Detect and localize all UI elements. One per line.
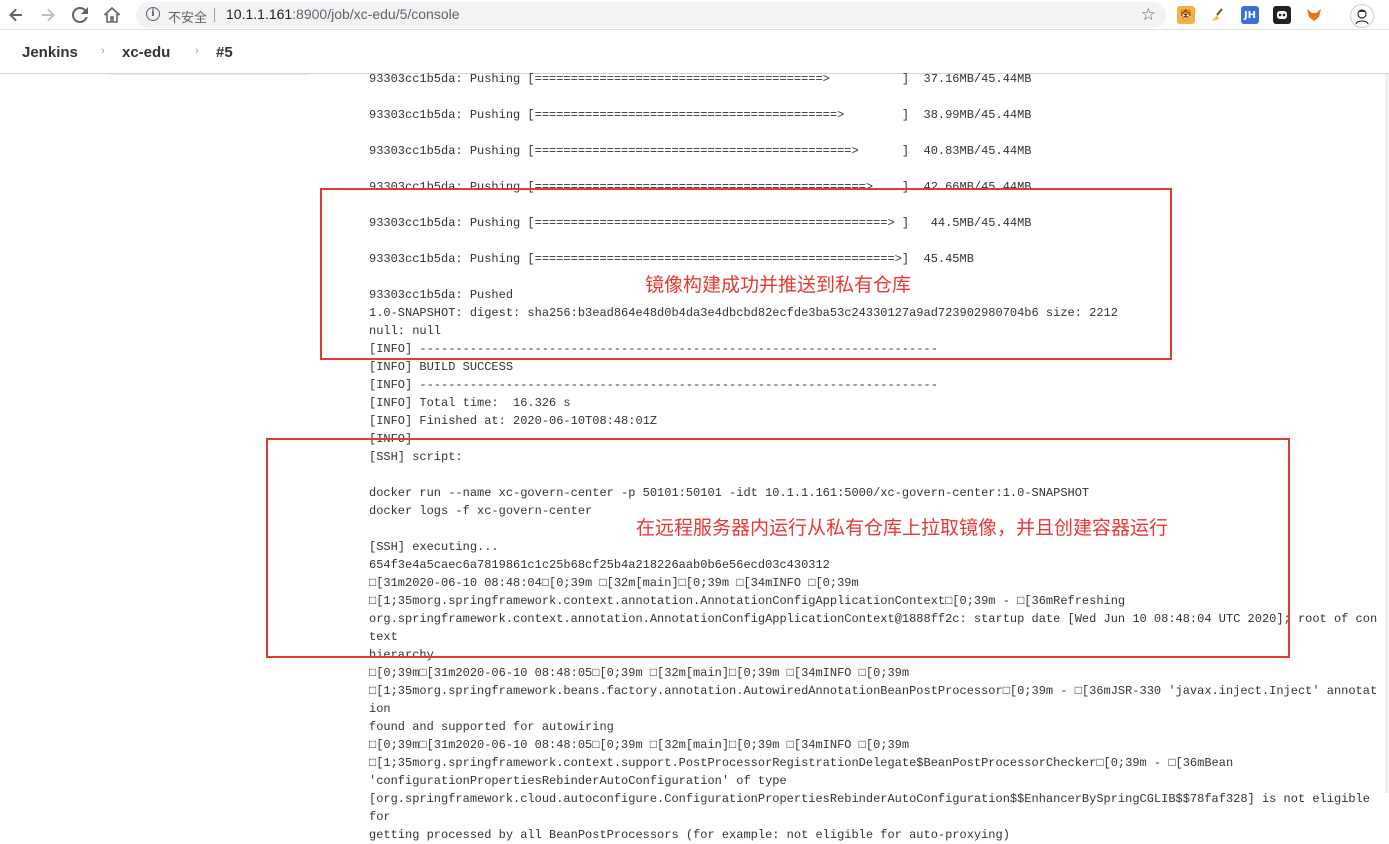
- url-path: :8900/job/xc-edu/5/console: [292, 6, 460, 22]
- info-icon[interactable]: i: [146, 7, 160, 21]
- jh-extension-icon[interactable]: JH: [1241, 6, 1259, 24]
- console-line: [INFO] ---------------------------------…: [369, 378, 938, 392]
- fox-extension-icon[interactable]: [1305, 6, 1323, 24]
- bookmark-star-icon[interactable]: ☆: [1141, 5, 1156, 25]
- console-line: [INFO] Total time: 16.326 s: [369, 396, 571, 410]
- security-label[interactable]: 不安全: [168, 7, 207, 26]
- breadcrumb-separator-icon[interactable]: ›: [101, 45, 105, 57]
- browser-toolbar: i 不安全 10.1.1.161:8900/job/xc-edu/5/conso…: [0, 0, 1389, 30]
- omnibox-divider: [214, 8, 215, 22]
- forward-arrow-icon[interactable]: [37, 4, 59, 26]
- console-line: 'configurationPropertiesRebinderAutoConf…: [369, 774, 787, 788]
- console-line: 93303cc1b5da: Pushing [=================…: [369, 108, 1032, 122]
- profile-avatar-icon[interactable]: [1350, 4, 1374, 28]
- reload-icon[interactable]: [69, 4, 91, 26]
- breadcrumb: Jenkins › xc-edu › #5: [0, 30, 1389, 74]
- url-text[interactable]: 10.1.1.161:8900/job/xc-edu/5/console: [226, 6, 460, 22]
- breadcrumb-jenkins[interactable]: Jenkins: [22, 44, 78, 61]
- ghost-extension-icon[interactable]: [1273, 6, 1291, 24]
- console-line: □[1;35morg.springframework.beans.factory…: [369, 684, 1378, 716]
- console-line: [INFO] BUILD SUCCESS: [369, 360, 514, 374]
- annotation-text-push-success: 镜像构建成功并推送到私有仓库: [645, 274, 912, 296]
- address-bar[interactable]: i 不安全 10.1.1.161:8900/job/xc-edu/5/conso…: [136, 2, 1166, 28]
- console-line: □[1;35morg.springframework.context.suppo…: [369, 756, 1234, 770]
- url-host: 10.1.1.161: [226, 6, 293, 22]
- back-arrow-icon[interactable]: [5, 4, 27, 26]
- broom-extension-icon[interactable]: [1209, 6, 1227, 24]
- console-line: [org.springframework.cloud.autoconfigure…: [369, 792, 1378, 824]
- page-scrollbar[interactable]: [1385, 74, 1389, 793]
- console-line: 93303cc1b5da: Pushing [=================…: [369, 144, 1032, 158]
- console-line: 93303cc1b5da: Pushing [=================…: [369, 72, 1032, 86]
- home-icon[interactable]: [101, 4, 123, 26]
- breadcrumb-build[interactable]: #5: [216, 44, 233, 61]
- breadcrumb-separator-icon[interactable]: ›: [195, 45, 199, 57]
- console-line: [INFO] Finished at: 2020-06-10T08:48:01Z: [369, 414, 658, 428]
- annotation-box-remote-run: [266, 438, 1290, 658]
- console-line: □[0;39m□[31m2020-06-10 08:48:05□[0;39m □…: [369, 666, 910, 680]
- console-line: □[0;39m□[31m2020-06-10 08:48:05□[0;39m □…: [369, 738, 910, 752]
- annotation-text-remote-run: 在远程服务器内运行从私有仓库上拉取镜像，并且创建容器运行: [636, 517, 1169, 539]
- console-line: getting processed by all BeanPostProcess…: [369, 828, 1010, 842]
- console-line: found and supported for autowiring: [369, 720, 614, 734]
- tiger-extension-icon[interactable]: 🐯: [1177, 6, 1195, 24]
- breadcrumb-job[interactable]: xc-edu: [122, 44, 170, 61]
- sidebar-divider: [110, 74, 310, 75]
